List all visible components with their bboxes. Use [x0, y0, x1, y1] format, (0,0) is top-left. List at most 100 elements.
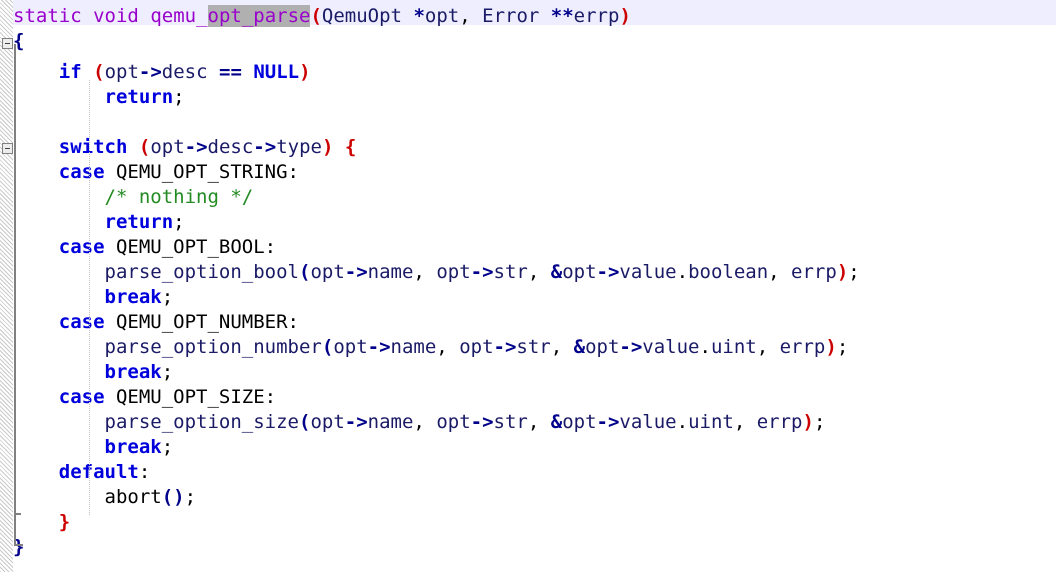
code-token: ): [321, 136, 334, 158]
code-line[interactable]: case QEMU_OPT_SIZE:: [13, 385, 276, 410]
code-token: ->: [344, 411, 368, 433]
code-token: break: [104, 361, 162, 383]
code-token: }: [58, 511, 71, 533]
code-token: QEMU_OPT_SIZE:: [104, 386, 277, 408]
code-line[interactable]: parse_option_size(opt->name, opt->str, &…: [13, 410, 826, 435]
code-line[interactable]: return;: [13, 210, 185, 235]
code-line[interactable]: static void qemu_opt_parse(QemuOpt *opt,…: [13, 4, 631, 29]
fold-line-function: [14, 44, 16, 546]
code-line[interactable]: abort();: [13, 485, 197, 510]
code-token: ,: [436, 336, 460, 358]
code-token: ->: [619, 336, 643, 358]
fold-toggle-switch-block[interactable]: [2, 143, 13, 154]
code-token: ;: [184, 486, 197, 508]
code-line[interactable]: parse_option_number(opt->name, opt->str,…: [13, 335, 849, 360]
code-token: *: [413, 5, 425, 27]
code-token: if: [58, 61, 82, 83]
code-token: parse_option_number: [104, 336, 322, 358]
code-token: ->: [253, 136, 277, 158]
code-token: str: [516, 336, 551, 358]
code-token: errp: [791, 261, 837, 283]
code-token: (: [93, 61, 105, 83]
code-token: ,: [733, 411, 757, 433]
code-token: uint: [688, 411, 734, 433]
code-line[interactable]: break;: [13, 285, 174, 310]
code-token: ;: [848, 261, 860, 283]
code-line[interactable]: break;: [13, 360, 174, 385]
code-token: case: [58, 311, 105, 333]
code-token: ,: [550, 336, 574, 358]
code-token: static: [13, 5, 82, 27]
code-token: **: [550, 5, 574, 27]
code-token: (: [298, 411, 311, 433]
code-token: name: [367, 411, 414, 433]
code-editor[interactable]: static void qemu_opt_parse(QemuOpt *opt,…: [0, 0, 1056, 572]
code-line[interactable]: switch (opt->desc->type) {: [13, 135, 357, 160]
code-token: &: [573, 336, 586, 358]
code-token: desc: [161, 61, 208, 83]
fold-toggle-function-body[interactable]: [2, 38, 13, 49]
code-token: ,: [413, 411, 437, 433]
code-token: ): [825, 336, 837, 358]
code-token: opt: [436, 261, 471, 283]
code-token: value: [619, 261, 677, 283]
code-token: case: [58, 386, 105, 408]
code-token: {: [344, 136, 357, 158]
code-token: qemu_: [150, 5, 208, 27]
code-token: opt: [333, 336, 368, 358]
code-text-area[interactable]: static void qemu_opt_parse(QemuOpt *opt,…: [0, 0, 1056, 572]
code-token: break: [104, 286, 162, 308]
code-token: name: [390, 336, 437, 358]
code-line[interactable]: case QEMU_OPT_BOOL:: [13, 235, 276, 260]
code-token: abort: [104, 486, 162, 508]
code-token: case: [58, 161, 105, 183]
code-line[interactable]: case QEMU_OPT_STRING:: [13, 160, 299, 185]
code-line[interactable]: break;: [13, 435, 174, 460]
code-token: str: [493, 411, 528, 433]
code-token: parse_option_bool: [104, 261, 299, 283]
code-line[interactable]: parse_option_bool(opt->name, opt->str, &…: [13, 260, 860, 285]
code-token: &: [550, 411, 563, 433]
code-token: return: [104, 211, 174, 233]
code-token: opt: [150, 136, 185, 158]
code-token: ;: [836, 336, 849, 358]
code-line[interactable]: return;: [13, 85, 185, 110]
code-token: ->: [470, 261, 494, 283]
code-token: ): [299, 61, 311, 83]
code-token: opt: [310, 411, 345, 433]
code-line[interactable]: case QEMU_OPT_NUMBER:: [13, 310, 299, 335]
code-token: opt: [562, 411, 597, 433]
code-token: :: [138, 461, 151, 483]
code-token: (: [298, 261, 311, 283]
code-token: ->: [344, 261, 368, 283]
code-token: void: [93, 5, 139, 27]
code-token: .: [676, 411, 689, 433]
code-line[interactable]: if (opt->desc == NULL): [13, 60, 311, 85]
code-token: opt: [104, 61, 139, 83]
code-token: uint: [710, 336, 757, 358]
code-token: QEMU_OPT_BOOL:: [104, 236, 277, 258]
fold-tick-switch-end: [14, 513, 21, 515]
code-token: ,: [768, 261, 792, 283]
code-line[interactable]: /* nothing */: [13, 185, 254, 210]
code-token: ,: [527, 261, 551, 283]
code-line[interactable]: }: [13, 510, 70, 535]
code-token: ->: [596, 411, 620, 433]
code-token: NULL: [253, 61, 300, 83]
code-line[interactable]: default:: [13, 460, 151, 485]
code-token: QEMU_OPT_STRING:: [104, 161, 299, 183]
code-token: ==: [219, 61, 242, 83]
code-token: case: [58, 236, 105, 258]
